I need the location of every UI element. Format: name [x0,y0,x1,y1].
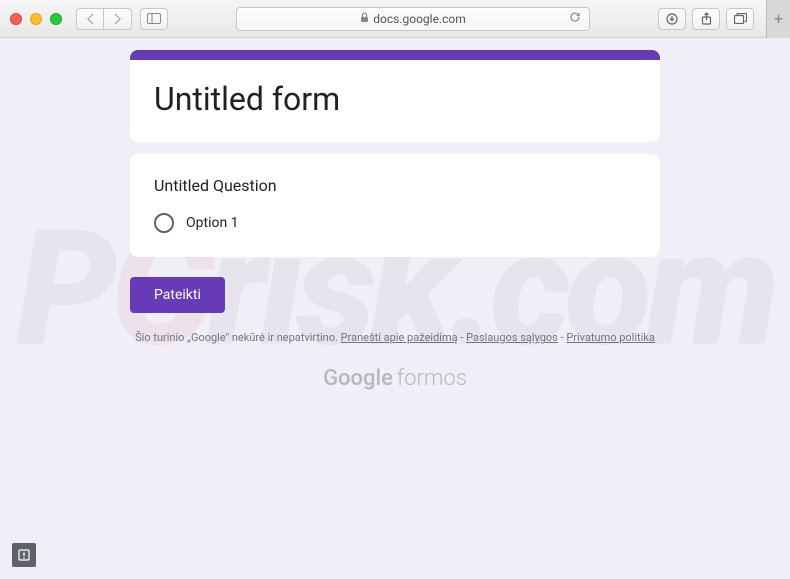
exclamation-icon [17,548,31,562]
downloads-button[interactable] [658,8,686,30]
form-title: Untitled form [154,80,636,118]
new-tab-button[interactable]: + [766,0,790,38]
reload-button[interactable] [569,11,581,26]
window-controls [10,13,62,25]
question-card: Untitled Question Option 1 [130,154,660,257]
disclaimer: Šio turinio „Google" nekūrė ir nepatvirt… [130,331,660,344]
submit-button[interactable]: Pateikti [130,277,225,313]
option-label: Option 1 [186,215,239,231]
minimize-window-button[interactable] [30,13,42,25]
lock-icon [360,12,369,26]
close-window-button[interactable] [10,13,22,25]
option-row[interactable]: Option 1 [154,213,636,233]
sidebar-toggle-button[interactable] [140,8,168,30]
tabs-button[interactable] [726,8,754,30]
maximize-window-button[interactable] [50,13,62,25]
terms-link[interactable]: Paslaugos sąlygos [466,331,558,344]
privacy-link[interactable]: Privatumo politika [566,331,655,344]
address-bar[interactable]: docs.google.com [236,7,590,31]
question-title: Untitled Question [154,176,636,195]
form-header-card: Untitled form [130,50,660,142]
google-forms-branding[interactable]: Googleformos [130,366,660,391]
radio-icon[interactable] [154,213,174,233]
browser-toolbar: docs.google.com + [0,0,790,38]
form-wrapper: Untitled form Untitled Question Option 1… [130,50,660,391]
back-button[interactable] [76,8,104,30]
url-text: docs.google.com [373,12,466,26]
page-content: Untitled form Untitled Question Option 1… [0,38,790,391]
share-button[interactable] [692,8,720,30]
disclaimer-prefix: Šio turinio „Google" nekūrė ir nepatvirt… [135,331,341,344]
forward-button[interactable] [104,8,132,30]
toolbar-right [658,8,754,30]
report-abuse-link[interactable]: Pranešti apie pažeidimą [341,331,458,344]
nav-buttons [76,8,132,30]
report-problem-button[interactable] [12,543,36,567]
google-logo-text: Google [323,366,393,391]
forms-text: formos [397,366,467,391]
